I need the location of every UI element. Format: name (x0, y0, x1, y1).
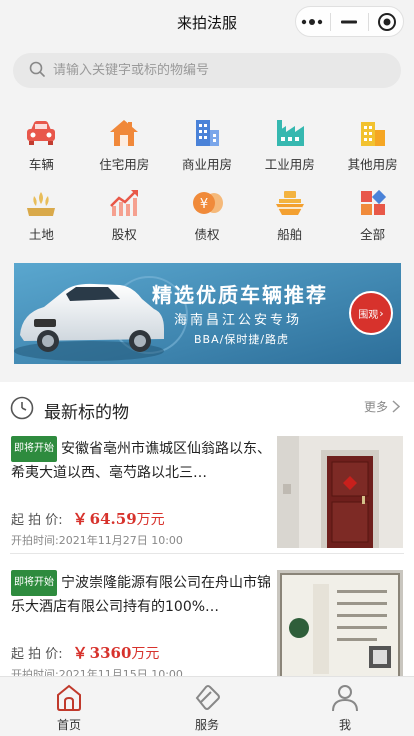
category-industrial[interactable]: 工业用房 (248, 116, 331, 186)
more-label: 更多 (363, 400, 388, 414)
clock-icon (10, 396, 34, 424)
land-icon (24, 186, 58, 220)
tab-label: 服务 (194, 718, 219, 732)
category-grid: 车辆 住宅用房 商业用房 工业用房 其他用房 土地 股权 ¥ 债权 船舶 全部 (0, 116, 414, 256)
promo-banner[interactable]: 精选优质车辆推荐 海南昌江公安专场 BBA/保时捷/路虎 围观 › (14, 263, 401, 364)
price-value: 64.59 (89, 510, 137, 528)
category-label: 股权 (111, 227, 137, 242)
banner-cta-label: 围观 (358, 309, 379, 321)
car-icon (24, 116, 58, 150)
category-debt[interactable]: ¥ 债权 (166, 186, 249, 256)
price-label: 起 拍 价: (11, 647, 63, 662)
status-badge: 即将开始 (11, 570, 57, 596)
item-info: 即将开始 宁波崇隆能源有限公司在舟山市锦乐大酒店有限公司持有的100%… 起 拍 … (11, 570, 271, 681)
tab-label: 首页 (56, 718, 81, 732)
buildings-icon (356, 116, 390, 150)
minimize-icon[interactable] (335, 12, 363, 32)
latest-items-header: 最新标的物 更多 (0, 382, 414, 432)
section-title: 最新标的物 (44, 403, 129, 423)
category-all[interactable]: 全部 (331, 186, 414, 256)
banner-cta-button[interactable]: 围观 › (349, 291, 393, 335)
category-label: 土地 (28, 227, 54, 242)
list-item[interactable]: 即将开始 宁波崇隆能源有限公司在舟山市锦乐大酒店有限公司持有的100%… 起 拍 … (0, 566, 414, 688)
chevron-right-icon: › (379, 306, 384, 320)
category-label: 住宅用房 (99, 157, 150, 172)
status-badge: 即将开始 (11, 436, 57, 462)
search-input[interactable] (53, 63, 373, 78)
svg-text:¥: ¥ (200, 197, 208, 212)
category-car[interactable]: 车辆 (0, 116, 83, 186)
category-label: 其他用房 (347, 157, 398, 172)
office-building-icon (190, 116, 224, 150)
category-ship[interactable]: 船舶 (248, 186, 331, 256)
latest-items-list: 即将开始 安徽省亳州市谯城区仙翁路以东、希夷大道以西、亳芍路以北三… 起 拍 价:… (0, 432, 414, 682)
price-unit: 万元 (131, 646, 160, 662)
search-icon (29, 61, 45, 81)
yen-coin-icon: ¥ (190, 186, 224, 220)
more-link[interactable]: 更多 (364, 398, 400, 415)
start-time: 开拍时间:2021年11月27日 10:00 (11, 532, 183, 548)
time-label: 开拍时间: (11, 534, 59, 547)
ship-icon (273, 186, 307, 220)
list-item[interactable]: 即将开始 安徽省亳州市谯城区仙翁路以东、希夷大道以西、亳芍路以北三… 起 拍 价:… (0, 432, 414, 554)
service-icon (195, 685, 220, 710)
category-equity[interactable]: 股权 (83, 186, 166, 256)
house-icon (107, 116, 141, 150)
capsule-divider (330, 12, 332, 31)
category-label: 商业用房 (181, 157, 232, 172)
chevron-right-icon (392, 400, 400, 413)
category-land[interactable]: 土地 (0, 186, 83, 256)
item-title: 即将开始 安徽省亳州市谯城区仙翁路以东、希夷大道以西、亳芍路以北三… (11, 436, 271, 480)
grid-all-icon (356, 186, 390, 220)
mini-program-capsule (295, 6, 404, 37)
item-thumbnail[interactable] (277, 436, 403, 548)
item-thumbnail[interactable] (277, 570, 403, 682)
banner-subline: 海南昌江公安专场 (174, 313, 303, 328)
search-bar[interactable] (13, 53, 401, 88)
factory-icon (273, 116, 307, 150)
row-divider (10, 553, 404, 554)
category-commercial[interactable]: 商业用房 (166, 116, 249, 186)
category-label: 债权 (194, 227, 220, 242)
category-other-property[interactable]: 其他用房 (331, 116, 414, 186)
user-icon (332, 685, 358, 712)
more-dots-icon[interactable] (298, 12, 326, 32)
category-residential[interactable]: 住宅用房 (83, 116, 166, 186)
home-icon (57, 684, 81, 711)
banner-headline: 精选优质车辆推荐 (152, 283, 328, 307)
tab-label: 我 (338, 718, 351, 732)
price-label: 起 拍 价: (11, 513, 63, 528)
tab-home[interactable]: 首页 (0, 677, 138, 736)
item-title: 即将开始 宁波崇隆能源有限公司在舟山市锦乐大酒店有限公司持有的100%… (11, 570, 271, 614)
price-currency: ￥ (72, 644, 88, 662)
capsule-divider (367, 12, 369, 31)
tab-service[interactable]: 服务 (138, 677, 276, 736)
stock-chart-icon (107, 186, 141, 220)
category-label: 全部 (360, 227, 386, 242)
banner-brands: BBA/保时捷/路虎 (194, 333, 290, 346)
item-info: 即将开始 安徽省亳州市谯城区仙翁路以东、希夷大道以西、亳芍路以北三… 起 拍 价:… (11, 436, 271, 547)
price-row: 起 拍 价: ￥ 3360 万元 (11, 642, 159, 663)
price-currency: ￥ (72, 510, 88, 528)
price-value: 3360 (89, 644, 132, 662)
target-close-icon[interactable] (373, 12, 401, 32)
category-label: 工业用房 (264, 157, 315, 172)
time-value: 2021年11月27日 10:00 (58, 534, 183, 547)
tab-me[interactable]: 我 (276, 677, 414, 736)
category-label: 船舶 (277, 227, 303, 242)
bottom-tab-bar: 首页 服务 我 (0, 676, 414, 736)
price-unit: 万元 (136, 512, 165, 528)
category-label: 车辆 (28, 157, 54, 172)
price-row: 起 拍 价: ￥ 64.59 万元 (11, 508, 165, 529)
nav-bar: 来拍法服 (0, 0, 414, 44)
